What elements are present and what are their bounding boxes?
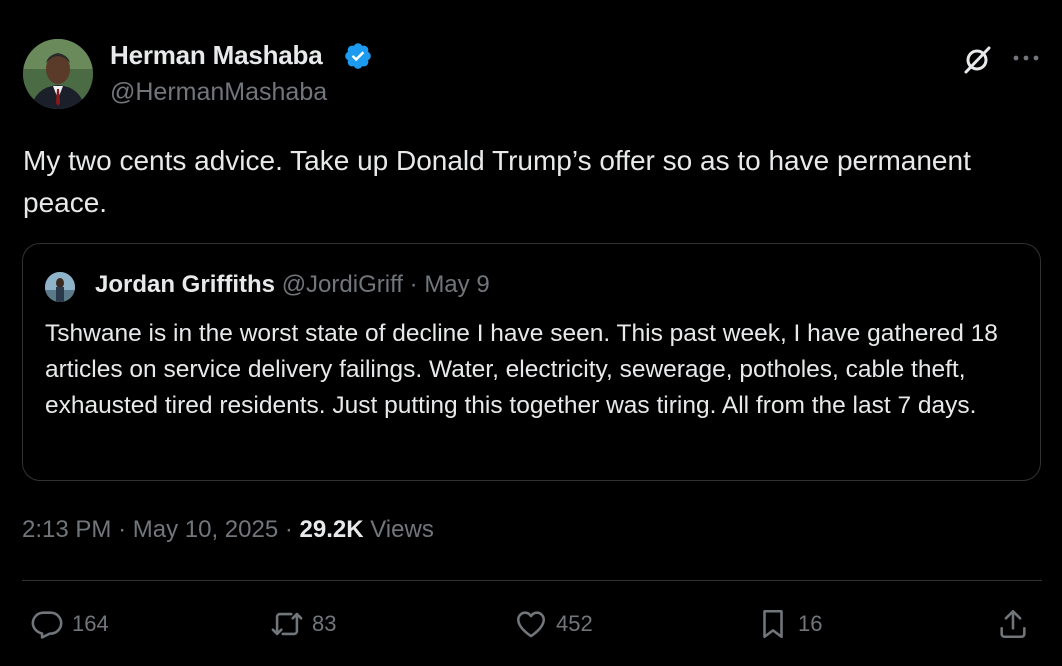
more-options-icon[interactable] (1010, 42, 1042, 74)
author-handle[interactable]: @HermanMashaba (110, 78, 327, 107)
bookmark-count: 16 (798, 611, 823, 636)
meta-separator: · (118, 516, 127, 543)
tweet-meta: 2:13 PM · May 10, 2025 · 29.2K Views (22, 516, 434, 544)
grok-icon[interactable] (962, 45, 992, 75)
reply-button[interactable]: 164 (30, 606, 109, 642)
quoted-separator: · (409, 271, 418, 298)
heart-icon (516, 611, 546, 638)
tweet-date[interactable]: May 10, 2025 (133, 516, 278, 543)
verified-badge-icon (345, 43, 371, 69)
tweet-time[interactable]: 2:13 PM (22, 516, 111, 543)
like-button[interactable]: 452 (514, 606, 593, 642)
reply-icon (31, 611, 63, 639)
share-button[interactable] (996, 606, 1038, 642)
meta-separator: · (284, 516, 293, 543)
author-avatar[interactable] (23, 39, 93, 109)
tweet-text: My two cents advice. Take up Donald Trum… (23, 145, 971, 218)
author-name[interactable]: Herman Mashaba (110, 40, 323, 71)
quoted-author-name[interactable]: Jordan Griffiths (95, 271, 275, 298)
quoted-tweet[interactable]: Jordan Griffiths @JordiGriff · May 9 Tsh… (22, 243, 1041, 481)
quoted-date[interactable]: May 9 (424, 271, 489, 298)
quoted-author-handle[interactable]: @JordiGriff (282, 271, 403, 298)
bookmark-button[interactable]: 16 (756, 606, 822, 642)
quoted-author-avatar[interactable] (45, 272, 75, 302)
share-icon (1000, 609, 1026, 639)
views-label: Views (370, 516, 434, 543)
repost-count: 83 (312, 611, 337, 636)
quoted-header: Jordan Griffiths @JordiGriff · May 9 (95, 271, 490, 299)
quoted-text: Tshwane is in the worst state of decline… (45, 320, 998, 419)
bookmark-icon (763, 609, 783, 639)
divider (22, 580, 1042, 581)
repost-icon (271, 612, 303, 636)
views-count: 29.2K (299, 516, 364, 543)
reply-count: 164 (72, 611, 109, 636)
repost-button[interactable]: 83 (270, 606, 336, 642)
like-count: 452 (556, 611, 593, 636)
